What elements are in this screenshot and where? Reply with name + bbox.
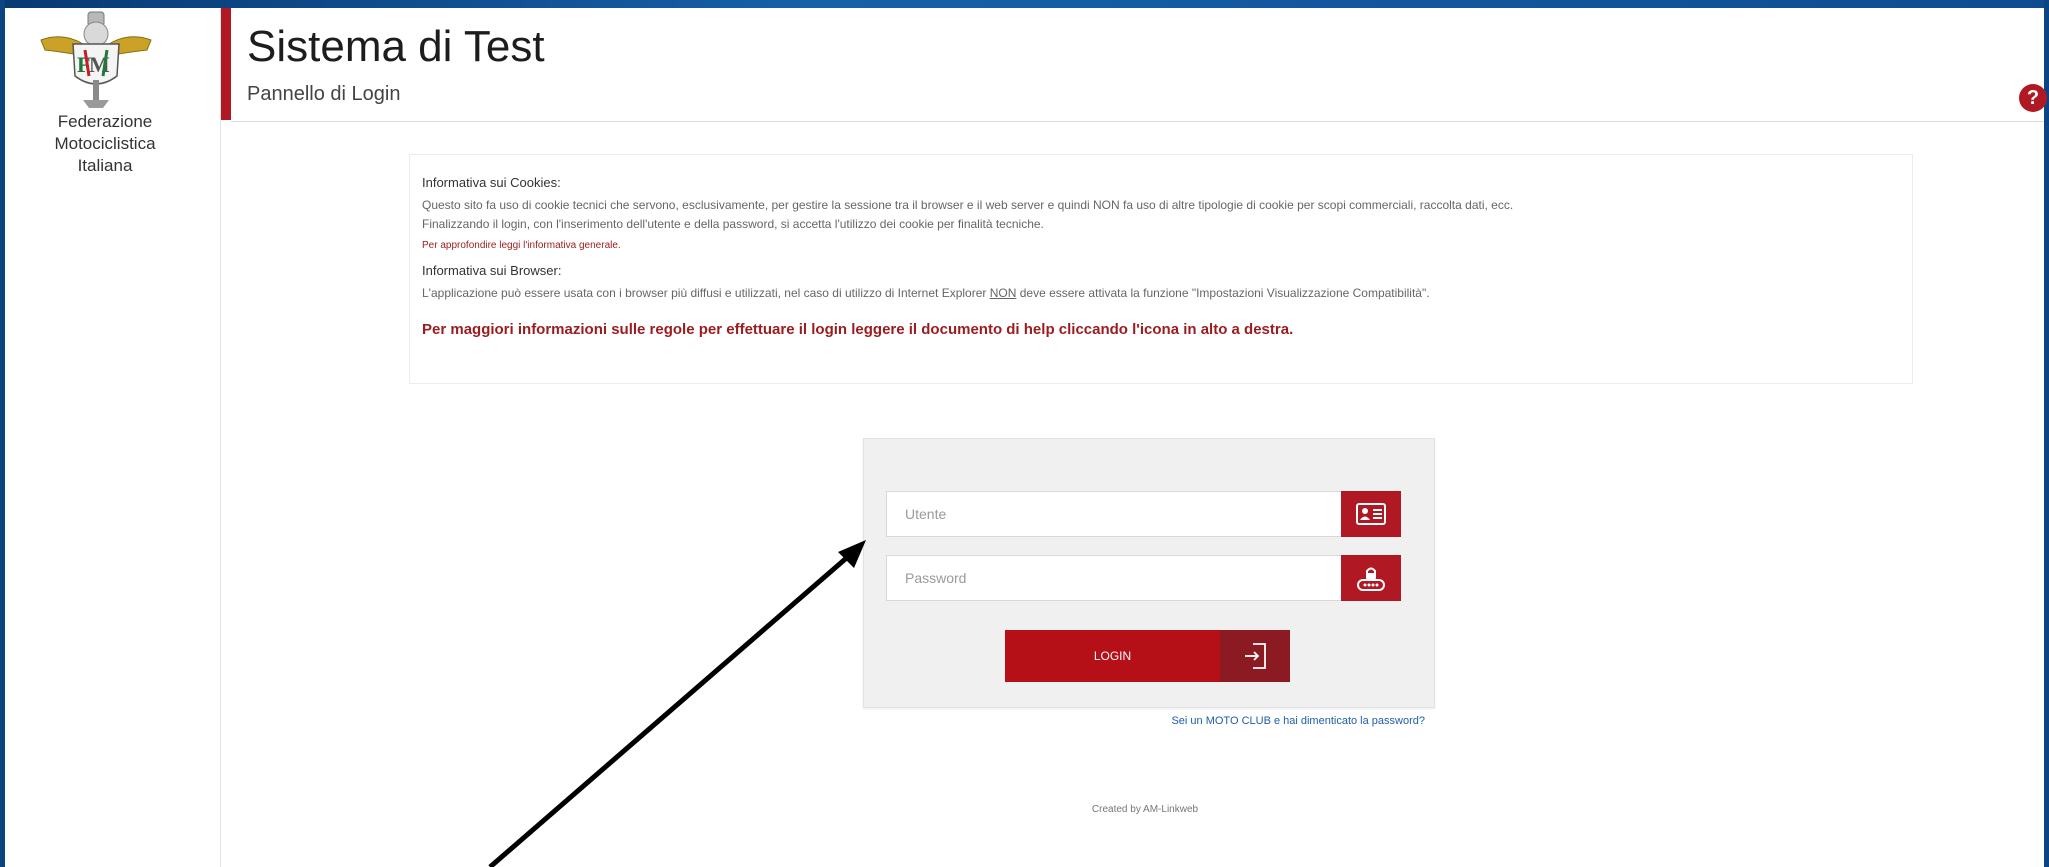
org-name-line: Motociclistica [54,134,156,153]
cookies-text: Questo sito fa uso di cookie tecnici che… [422,198,1514,212]
sign-in-icon [1220,630,1290,682]
page-subtitle: Pannello di Login [247,83,401,105]
org-name-line: Italiana [77,156,133,175]
cookies-more-link[interactable]: Per approfondire leggi l'informativa gen… [422,240,1898,251]
login-button-label: LOGIN [1093,649,1132,663]
info-box: Informativa sui Cookies: Questo sito fa … [409,154,1913,384]
browser-heading: Informativa sui Browser: [422,263,562,278]
password-field-group [886,555,1401,601]
window-frame-right [2044,0,2049,867]
browser-text-prefix: L'applicazione può essere usata con i br… [422,286,990,300]
organization-name: Federazione Motociclistica Italiana [5,111,205,177]
browser-text-suffix: deve essere attivata la funzione "Impost… [1016,286,1430,300]
sidebar: F M Federazione Motociclistica Italiana [5,8,221,867]
help-icon[interactable]: ? [2019,84,2047,112]
cookies-text-2: Finalizzando il login, con l'inserimento… [422,217,1044,231]
page-title: Sistema di Test [247,22,545,71]
fmi-logo: F M [33,10,159,110]
browser-text: L'applicazione può essere usata con i br… [422,284,1898,303]
login-panel: LOGIN [863,438,1435,708]
browser-text-emphasis: NON [989,286,1017,300]
header-accent-bar [221,8,231,120]
password-input[interactable] [887,556,1342,600]
id-card-icon [1341,491,1401,537]
lock-keypad-icon [1341,555,1401,601]
login-button[interactable]: LOGIN [1005,630,1290,682]
username-input[interactable] [887,492,1342,536]
org-name-line: Federazione [57,112,153,131]
help-notice: Per maggiori informazioni sulle regole p… [422,321,1294,338]
header: Sistema di Test Pannello di Login ? [231,8,2047,122]
forgot-password-link[interactable]: Sei un MOTO CLUB e hai dimenticato la pa… [1005,715,1425,727]
created-by-footer: Created by AM-Linkweb [1091,804,1199,815]
username-field-group [886,491,1401,537]
page: F M Federazione Motociclistica Italiana … [5,8,2047,867]
window-frame-top [0,0,2049,8]
cookies-heading: Informativa sui Cookies: [422,175,561,190]
